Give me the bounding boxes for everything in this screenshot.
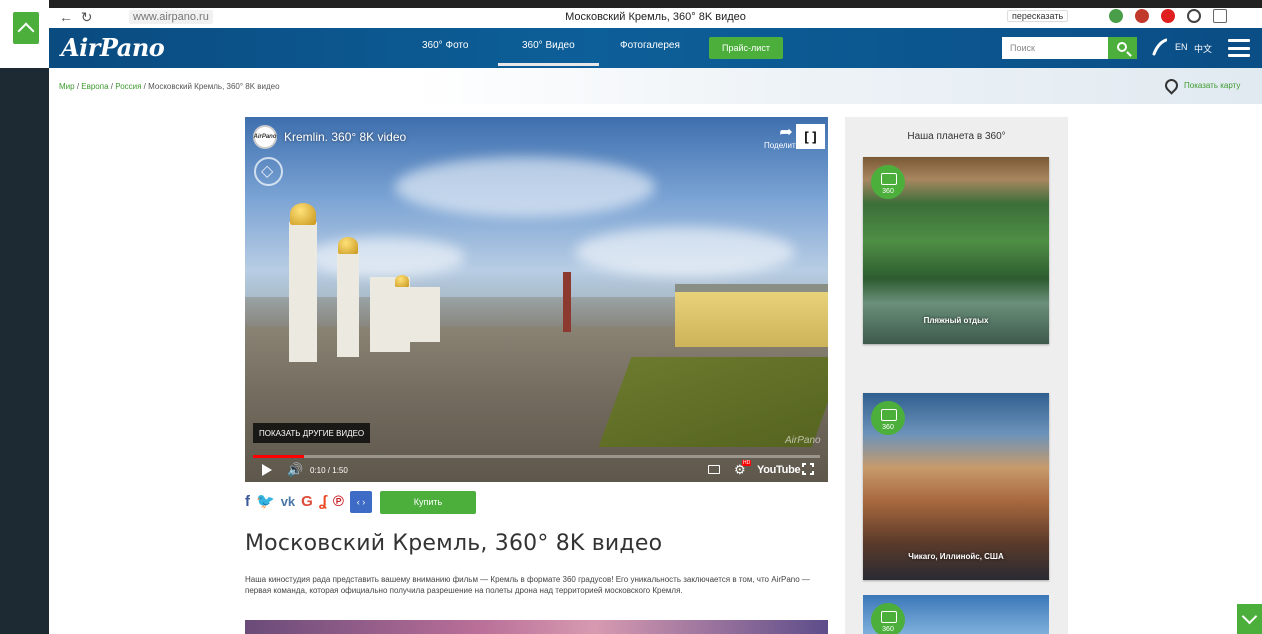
nav-360-video[interactable]: 360° Видео [498, 40, 599, 66]
extension-icon[interactable] [1109, 9, 1123, 23]
breadcrumb-world[interactable]: Мир [59, 82, 75, 91]
share-row: f 🐦 vk G ʆ ℗ ‹ › Купить [245, 490, 476, 514]
video-description: Наша киностудия рада представить вашему … [245, 575, 810, 595]
left-dark-strip [0, 0, 49, 634]
main-content: AirPano Kremlin. 360° 8K video ➦ Поделит… [49, 104, 1262, 634]
video-scene [395, 157, 655, 217]
breadcrumb-current: Московский Кремль, 360° 8K видео [148, 82, 280, 91]
video-player[interactable]: AirPano Kremlin. 360° 8K video ➦ Поделит… [245, 117, 828, 482]
map-pin-icon [1162, 76, 1181, 95]
extension-icon[interactable] [1135, 9, 1149, 23]
buy-button[interactable]: Купить [379, 490, 476, 514]
scroll-up-button[interactable] [13, 12, 39, 44]
search-button[interactable] [1108, 37, 1137, 59]
price-list-button[interactable]: Прайс-лист [709, 37, 783, 59]
nav-photo-gallery[interactable]: Фотогалерея [620, 40, 680, 51]
sidebar-heading: Наша планета в 360° [907, 131, 1006, 142]
breadcrumb-russia[interactable]: Россия [115, 82, 141, 91]
google-icon[interactable]: G [301, 493, 313, 511]
360-navigation-control[interactable] [254, 157, 283, 186]
sidebar-card-third[interactable]: 360 [863, 595, 1049, 634]
fullscreen-toggle-button[interactable]: [ ] [796, 124, 825, 149]
scroll-down-button[interactable] [1237, 604, 1262, 634]
breadcrumb-europe[interactable]: Европа [81, 82, 108, 91]
summarize-extension-button[interactable]: пересказать [1007, 10, 1069, 22]
airpano-watermark: AirPano [785, 435, 821, 446]
card-label: Чикаго, Иллинойс, США [908, 552, 1004, 561]
video-progress-bar[interactable] [253, 455, 820, 458]
video-progress-fill [253, 455, 305, 458]
phone-icon[interactable] [1151, 38, 1167, 56]
subtitles-icon[interactable] [708, 465, 720, 474]
opera-icon[interactable] [1161, 9, 1175, 23]
translate-icon[interactable] [1213, 9, 1227, 23]
extension-icons [1109, 9, 1227, 23]
show-more-videos-button[interactable]: ПОКАЗАТЬ ДРУГИЕ ВИДЕО [253, 423, 371, 443]
browser-toolbar: ← ↻ www.airpano.ru Московский Кремль, 36… [49, 0, 1262, 28]
scroll-up-area [0, 0, 49, 68]
page-tab-title: Московский Кремль, 360° 8K видео [565, 11, 746, 23]
vk-icon[interactable]: vk [281, 493, 295, 511]
expand-fullscreen-icon[interactable] [802, 463, 814, 475]
sidebar: Наша планета в 360° 360 Пляжный отдых 36… [845, 117, 1068, 634]
search-icon [1116, 42, 1127, 52]
video-title[interactable]: Kremlin. 360° 8K video [284, 130, 406, 144]
search-input[interactable] [1002, 37, 1108, 59]
nav-360-photo[interactable]: 360° Фото [422, 40, 468, 51]
lang-en[interactable]: EN [1175, 42, 1188, 52]
media-icon[interactable] [1187, 9, 1201, 23]
show-map-link[interactable]: Показать карту [1162, 76, 1240, 95]
channel-logo[interactable]: AirPano [253, 125, 277, 149]
twitter-icon[interactable]: 🐦 [256, 493, 275, 511]
pinterest-icon[interactable]: ℗ [333, 493, 344, 511]
360-badge-icon: 360 [871, 603, 905, 634]
card-label: Пляжный отдых [923, 316, 989, 325]
play-icon[interactable] [262, 464, 272, 476]
lang-zh[interactable]: 中文 [1194, 42, 1212, 55]
breadcrumb-bar: Мир / Европа / Россия / Московский Кремл… [49, 68, 1262, 104]
video-time: 0:10 / 1:50 [310, 466, 348, 475]
360-badge-icon: 360 [871, 401, 905, 435]
page-title: Московский Кремль, 360° 8K видео [245, 531, 663, 556]
sidebar-card-chicago[interactable]: 360 Чикаго, Иллинойс, США [863, 393, 1049, 580]
facebook-icon[interactable]: f [245, 493, 250, 511]
youtube-logo[interactable]: YouTube [757, 464, 801, 476]
stumbleupon-icon[interactable]: ʆ [319, 493, 327, 511]
panorama-preview-image[interactable] [245, 620, 828, 634]
embed-code-icon[interactable]: ‹ › [349, 491, 372, 513]
volume-icon[interactable]: 🔊 [287, 462, 303, 478]
breadcrumb: Мир / Европа / Россия / Московский Кремл… [59, 82, 280, 91]
settings-gear-icon[interactable]: ⚙ HD [734, 460, 752, 478]
hd-badge: HD [742, 460, 752, 466]
360-badge-icon: 360 [871, 165, 905, 199]
airpano-logo[interactable]: AirPano [61, 33, 165, 62]
hamburger-menu-icon[interactable] [1228, 39, 1250, 57]
sidebar-card-beach[interactable]: 360 Пляжный отдых [863, 157, 1049, 344]
site-header: AirPano 360° Фото 360° Видео Фотогалерея… [49, 28, 1262, 68]
